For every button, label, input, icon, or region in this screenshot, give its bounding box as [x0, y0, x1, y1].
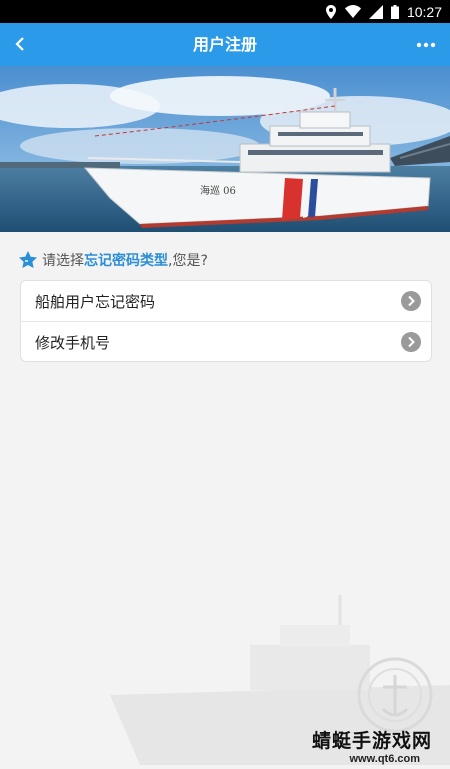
app-bar: 用户注册 — [0, 23, 450, 66]
option-change-phone[interactable]: 修改手机号 — [21, 321, 431, 361]
background-watermark: 蜻蜓手游戏网 www.qt6.com — [0, 575, 450, 765]
location-icon — [325, 4, 336, 19]
more-button[interactable] — [412, 33, 440, 57]
signal-icon — [368, 4, 383, 19]
ship-photo: 海巡 06 — [0, 66, 450, 232]
option-list: 船舶用户忘记密码 修改手机号 — [20, 280, 432, 362]
status-icons: 10:27 — [325, 0, 442, 23]
more-icon — [416, 42, 436, 48]
status-bar: 10:27 — [0, 0, 450, 23]
option-label: 船舶用户忘记密码 — [35, 292, 156, 311]
hero-image: 海巡 06 — [0, 66, 450, 232]
page-title: 用户注册 — [192, 35, 257, 54]
star-icon — [19, 251, 37, 268]
chevron-right-icon — [401, 291, 421, 311]
site-watermark-url: www.qt6.com — [349, 753, 421, 765]
option-label: 修改手机号 — [35, 333, 111, 352]
prompt-prefix: 请选择 — [42, 253, 84, 269]
status-time: 10:27 — [406, 3, 442, 20]
site-watermark-name: 蜻蜓手游戏网 — [311, 730, 432, 752]
option-ship-user-forgot-password[interactable]: 船舶用户忘记密码 — [21, 281, 431, 321]
wifi-icon — [344, 5, 361, 18]
battery-icon — [390, 4, 399, 19]
prompt-suffix: ,您是? — [168, 253, 208, 269]
ship-hull-text: 海巡 06 — [200, 184, 236, 197]
prompt-highlight: 忘记密码类型 — [84, 253, 168, 269]
chevron-right-icon — [401, 332, 421, 352]
type-prompt: 请选择 忘记密码类型 ,您是? — [18, 249, 208, 271]
